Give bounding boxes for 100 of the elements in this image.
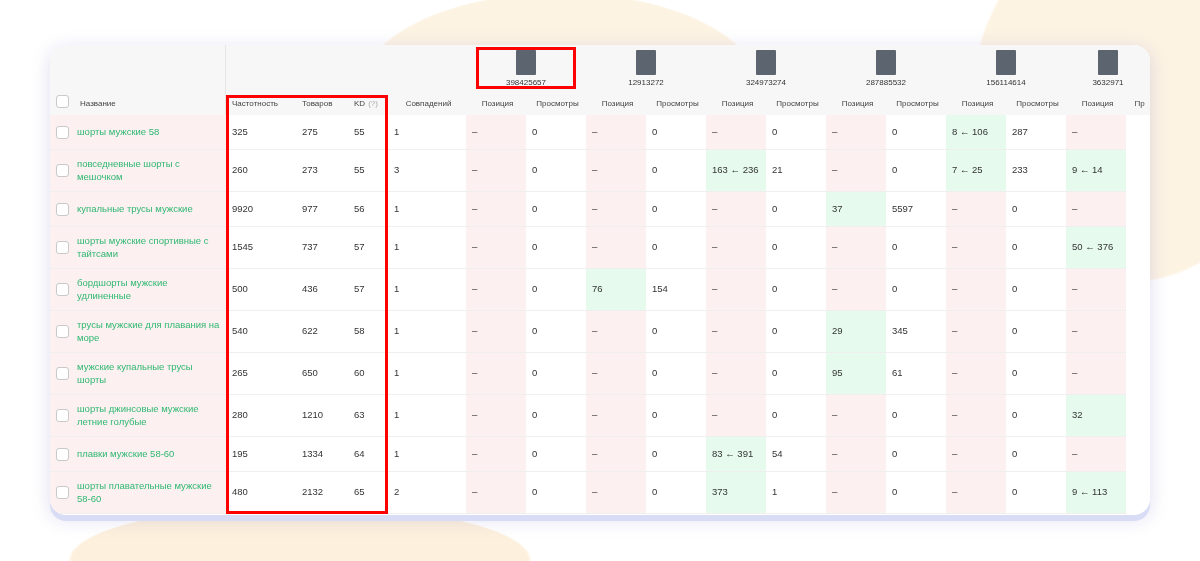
checkbox[interactable] xyxy=(56,325,69,338)
position-cell: 373 xyxy=(706,472,766,514)
position-cell: – xyxy=(1066,192,1126,227)
photo-placeholder xyxy=(516,50,536,75)
position-cell: – xyxy=(706,192,766,227)
position-cell: – xyxy=(706,227,766,269)
position-cell: – xyxy=(946,437,1006,472)
column-header: Просмотры xyxy=(886,89,946,115)
position-cell: 9 ← 113 xyxy=(1066,472,1126,514)
product-id: 287885532 xyxy=(865,78,906,87)
column-header: Название xyxy=(80,99,116,108)
photo-placeholder xyxy=(636,50,656,75)
product-id: 324973274 xyxy=(745,78,786,87)
position-cell: 8 ← 106 xyxy=(946,115,1006,150)
photo-placeholder xyxy=(876,50,896,75)
checkbox[interactable] xyxy=(56,283,69,296)
keyword-link[interactable]: шорты плавательные мужские 58-60 xyxy=(77,480,220,505)
column-header: Просмотры xyxy=(766,89,826,115)
position-cell: – xyxy=(826,395,886,437)
column-header: Просмотры xyxy=(646,89,706,115)
position-cell: – xyxy=(586,437,646,472)
position-cell: – xyxy=(946,472,1006,514)
position-cell: – xyxy=(586,311,646,353)
position-cell: – xyxy=(1066,115,1126,150)
photo-placeholder xyxy=(1098,50,1118,75)
keyword-link[interactable]: трусы мужские для плавания на море xyxy=(77,319,220,344)
column-header: Позиция xyxy=(826,89,886,115)
column-header: Позиция xyxy=(586,89,646,115)
position-cell: – xyxy=(466,395,526,437)
position-cell: – xyxy=(586,150,646,192)
position-cell: 163 ← 236 xyxy=(706,150,766,192)
column-header: Просмотры xyxy=(526,89,586,115)
column-header: Совпадений xyxy=(388,89,466,115)
product-id: 398425657 xyxy=(505,78,546,87)
position-cell: – xyxy=(946,269,1006,311)
checkbox[interactable] xyxy=(56,409,69,422)
position-cell: – xyxy=(826,269,886,311)
position-cell: – xyxy=(586,115,646,150)
position-cell: 9 ← 14 xyxy=(1066,150,1126,192)
column-header: Позиция xyxy=(946,89,1006,115)
keyword-link[interactable]: шорты мужские спортивные с тайтсами xyxy=(77,235,220,260)
position-cell: – xyxy=(826,472,886,514)
column-header: Пр xyxy=(1126,89,1150,115)
checkbox[interactable] xyxy=(56,367,69,380)
position-cell: 83 ← 391 xyxy=(706,437,766,472)
position-cell: – xyxy=(826,227,886,269)
column-header: Позиция xyxy=(466,89,526,115)
position-cell: – xyxy=(706,395,766,437)
position-cell: – xyxy=(466,311,526,353)
position-cell: – xyxy=(946,192,1006,227)
column-header: Просмотры xyxy=(1006,89,1066,115)
keyword-link[interactable]: шорты джинсовые мужские летние голубые xyxy=(77,403,220,428)
column-header: Позиция xyxy=(1066,89,1126,115)
position-cell: – xyxy=(706,353,766,395)
position-cell: – xyxy=(1066,437,1126,472)
column-header: KD xyxy=(354,99,366,108)
position-cell: – xyxy=(946,311,1006,353)
position-cell: – xyxy=(946,395,1006,437)
position-cell: – xyxy=(706,269,766,311)
keyword-link[interactable]: мужские купальные трусы шорты xyxy=(77,361,220,386)
checkbox[interactable] xyxy=(56,95,69,108)
position-cell: – xyxy=(706,115,766,150)
product-id: 12913272 xyxy=(628,78,664,87)
position-cell: – xyxy=(466,437,526,472)
position-cell: – xyxy=(466,192,526,227)
checkbox[interactable] xyxy=(56,241,69,254)
photo-placeholder xyxy=(756,50,776,75)
position-cell: – xyxy=(586,472,646,514)
position-cell: 76 xyxy=(586,269,646,311)
checkbox[interactable] xyxy=(56,202,69,216)
position-cell: 95 xyxy=(826,353,886,395)
keyword-link[interactable]: купальные трусы мужские xyxy=(77,202,193,216)
position-cell: 37 xyxy=(826,192,886,227)
position-cell: – xyxy=(1066,353,1126,395)
position-cell: – xyxy=(466,227,526,269)
position-cell: – xyxy=(586,353,646,395)
keyword-link[interactable]: шорты мужские 58 xyxy=(77,125,160,139)
position-cell: – xyxy=(946,353,1006,395)
keyword-link[interactable]: плавки мужские 58-60 xyxy=(77,447,175,461)
position-cell: 29 xyxy=(826,311,886,353)
position-cell: – xyxy=(586,395,646,437)
position-cell: – xyxy=(706,311,766,353)
product-id: 156114614 xyxy=(986,78,1026,87)
keyword-link[interactable]: повседневные шорты с мешочком xyxy=(77,158,220,183)
checkbox[interactable] xyxy=(56,164,69,177)
checkbox[interactable] xyxy=(56,125,69,139)
position-cell: 50 ← 376 xyxy=(1066,227,1126,269)
position-cell: – xyxy=(466,353,526,395)
position-cell: – xyxy=(466,269,526,311)
position-cell: – xyxy=(586,227,646,269)
keyword-link[interactable]: бордшорты мужские удлиненные xyxy=(77,277,220,302)
position-cell: 7 ← 25 xyxy=(946,150,1006,192)
position-cell: – xyxy=(826,115,886,150)
checkbox[interactable] xyxy=(56,447,69,461)
product-id: 3632971 xyxy=(1092,78,1124,87)
position-cell: – xyxy=(1066,269,1126,311)
position-cell: – xyxy=(466,472,526,514)
help-hint[interactable]: (?) xyxy=(368,99,378,108)
position-cell: – xyxy=(946,227,1006,269)
checkbox[interactable] xyxy=(56,486,69,499)
